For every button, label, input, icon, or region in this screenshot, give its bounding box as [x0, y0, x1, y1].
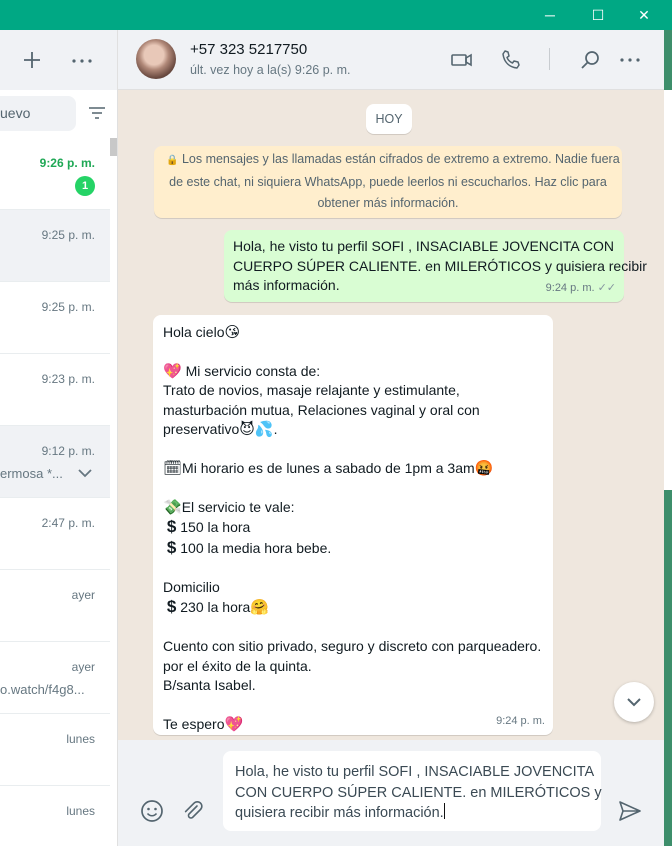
- outgoing-message[interactable]: Hola, he visto tu perfil SOFI , INSACIAB…: [224, 230, 647, 302]
- input-text: quisiera recibir más información.: [235, 805, 444, 821]
- minimize-button[interactable]: ─: [527, 0, 573, 30]
- chat-time: lunes: [66, 804, 95, 818]
- dollar-emoji-icon: $: [166, 517, 177, 537]
- chat-row[interactable]: 2:47 p. m.: [0, 498, 110, 570]
- money-emoji-icon: 💸: [163, 498, 182, 517]
- message-text: B/santa Isabel.: [163, 677, 256, 694]
- contact-name: +57 323 5217750: [190, 41, 308, 58]
- encryption-text: obtener más información.: [317, 196, 459, 210]
- input-text: CON CUERPO SÚPER CALIENTE. en MILERÓTICO…: [235, 784, 602, 801]
- unread-badge: 1: [75, 176, 95, 196]
- chat-time: 9:23 p. m.: [41, 372, 95, 386]
- heart-emoji-icon: 💖: [163, 361, 182, 380]
- message-timestamp: 9:24 p. m.: [545, 281, 595, 294]
- message-text: 230 la hora: [176, 599, 251, 616]
- chevron-down-icon[interactable]: [78, 468, 92, 478]
- scroll-to-bottom-button[interactable]: [614, 682, 654, 722]
- avatar[interactable]: [136, 39, 176, 79]
- message-list[interactable]: HOY 🔒 Los mensajes y las llamadas están …: [118, 90, 664, 740]
- chat-time: 9:26 p. m.: [39, 156, 95, 170]
- message-composer: Hola, he visto tu perfil SOFI , INSACIAB…: [118, 740, 664, 846]
- day-divider: HOY: [366, 104, 412, 134]
- chat-time: 9:12 p. m.: [41, 444, 95, 458]
- message-text: preservativo: [163, 421, 240, 438]
- encryption-text: de este chat, ni siquiera WhatsApp, pued…: [169, 174, 607, 189]
- hug-emoji-icon: 🤗: [250, 598, 269, 617]
- message-input[interactable]: Hola, he visto tu perfil SOFI , INSACIAB…: [223, 751, 602, 831]
- contact-last-seen: últ. vez hoy a la(s) 9:26 p. m.: [190, 63, 351, 77]
- video-call-icon[interactable]: [450, 48, 474, 72]
- kiss-emoji-icon: 😘: [224, 323, 241, 341]
- chat-row[interactable]: 9:12 p. m. ermosa *...: [0, 426, 110, 498]
- lock-icon: 🔒: [166, 155, 179, 166]
- message-text: 100 la media hora bebe.: [176, 539, 332, 556]
- calendar-emoji-icon: 🗓: [163, 459, 183, 478]
- message-text: .: [273, 421, 278, 438]
- encryption-notice[interactable]: 🔒 Los mensajes y las llamadas están cifr…: [154, 146, 622, 218]
- input-text: Hola, he visto tu perfil SOFI , INSACIAB…: [235, 764, 595, 780]
- emoji-icon[interactable]: [140, 799, 164, 823]
- message-text: Mi servicio consta de:: [181, 362, 321, 379]
- conversation-panel: +57 323 5217750 últ. vez hoy a la(s) 9:2…: [118, 30, 664, 846]
- message-text: Trato de novios, masaje relajante y esti…: [163, 382, 460, 399]
- chat-list-header: [0, 30, 117, 90]
- message-text: Hola, he visto tu perfil SOFI , INSACIAB…: [233, 238, 614, 254]
- chat-snippet: o.watch/f4g8...: [0, 682, 85, 697]
- chat-snippet: ermosa *...: [0, 466, 63, 481]
- header-divider: [549, 48, 550, 70]
- attach-paperclip-icon[interactable]: [180, 799, 204, 823]
- voice-call-icon[interactable]: [499, 48, 523, 72]
- conversation-header[interactable]: +57 323 5217750 últ. vez hoy a la(s) 9:2…: [118, 30, 664, 90]
- chat-time: lunes: [66, 732, 95, 746]
- chat-time: ayer: [71, 588, 95, 602]
- chat-row[interactable]: ayer: [0, 570, 110, 642]
- angry-emoji-icon: 🤬: [474, 459, 494, 478]
- dollar-emoji-icon: $: [166, 597, 177, 617]
- chevron-down-icon: [627, 698, 641, 707]
- filter-icon[interactable]: [88, 106, 106, 120]
- chat-row[interactable]: 9:23 p. m.: [0, 354, 110, 426]
- background-window-edge: [664, 90, 672, 490]
- message-text: Hola cielo: [163, 324, 225, 340]
- heart-emoji-icon: 💖: [224, 714, 244, 733]
- message-time: 9:24 p. m. ✓✓: [546, 279, 616, 299]
- menu-dots-icon[interactable]: [618, 48, 642, 72]
- maximize-button[interactable]: ☐: [575, 0, 621, 30]
- text-caret: [443, 803, 445, 819]
- dollar-emoji-icon: $: [166, 537, 177, 557]
- chat-row[interactable]: 9:26 p. m. 1: [0, 138, 110, 210]
- double-check-icon: ✓✓: [597, 281, 616, 294]
- chat-row[interactable]: lunes: [0, 714, 110, 786]
- chat-row[interactable]: lunes: [0, 786, 110, 846]
- message-text: masturbación mutua, Relaciones vaginal y…: [163, 401, 480, 418]
- chat-time: 2:47 p. m.: [41, 516, 95, 530]
- send-icon[interactable]: [617, 798, 643, 824]
- message-text: Cuento con sitio privado, seguro y discr…: [163, 638, 542, 655]
- message-text: por el éxito de la quinta.: [163, 657, 312, 674]
- title-bar: ─ ☐ ✕: [0, 0, 672, 30]
- chat-row[interactable]: 9:25 p. m.: [0, 282, 110, 354]
- devil-emoji-icon: 😈💦: [239, 420, 274, 439]
- chat-row[interactable]: ayer o.watch/f4g8...: [0, 642, 110, 714]
- search-input[interactable]: uevo: [0, 96, 76, 131]
- chat-list-scrollbar[interactable]: [110, 138, 117, 156]
- chat-time: 9:25 p. m.: [41, 300, 95, 314]
- message-text: Mi horario es de lunes a sabado de 1pm a…: [182, 460, 475, 477]
- close-button[interactable]: ✕: [621, 0, 667, 30]
- message-text: El servicio te vale:: [181, 499, 295, 516]
- encryption-text: Los mensajes y las llamadas están cifrad…: [181, 152, 620, 166]
- message-text: 150 la hora: [176, 519, 251, 536]
- message-text: CUERPO SÚPER CALIENTE. en MILERÓTICOS y …: [233, 257, 647, 274]
- message-text: Te espero: [163, 715, 225, 732]
- new-chat-icon[interactable]: [22, 50, 42, 70]
- incoming-message[interactable]: Hola cielo😘 💖 Mi servicio consta de: Tra…: [153, 315, 553, 735]
- chat-row[interactable]: 9:25 p. m.: [0, 210, 110, 282]
- search-icon[interactable]: [578, 48, 602, 72]
- message-text: Domicilio: [163, 578, 220, 595]
- chat-list-panel: uevo 9:26 p. m. 1 9:25 p. m. 9:25 p. m. …: [0, 30, 118, 846]
- message-timestamp: 9:24 p. m.: [496, 714, 545, 727]
- chat-time: ayer: [71, 660, 95, 674]
- chat-time: 9:25 p. m.: [41, 228, 95, 242]
- menu-dots-icon[interactable]: [72, 58, 92, 64]
